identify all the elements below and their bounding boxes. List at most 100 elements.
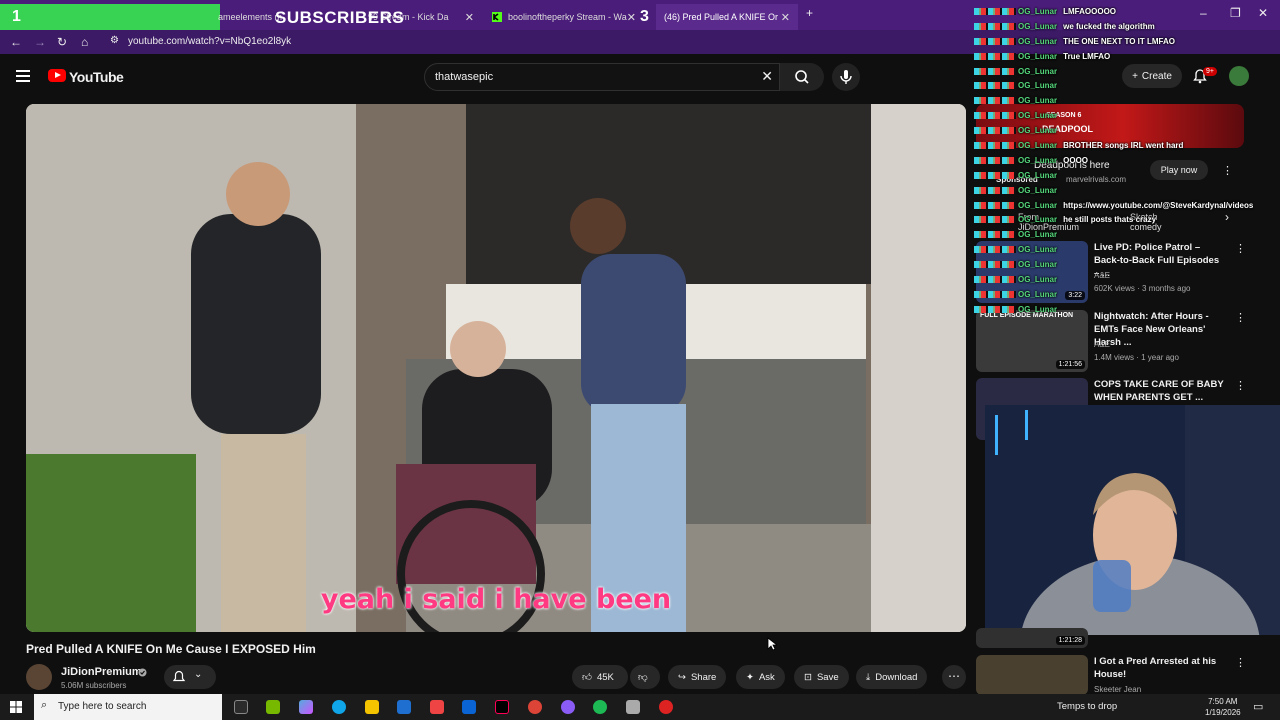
chat-text: LMFAOOOOO [1063,6,1117,16]
chat-message: OG_Lunar THE ONE NEXT TO IT LMFAO [974,34,1254,49]
more-icon[interactable]: ⋮ [1235,656,1246,669]
search-value: thatwasepic [435,71,494,83]
chrome-icon[interactable] [528,700,542,714]
rec-channel: A&E [1094,340,1111,349]
windows-start-icon[interactable] [10,701,22,713]
close-window-icon[interactable]: ✕ [1258,6,1268,20]
like-button[interactable]: 👍︎ 45K [572,665,628,689]
streamer-webcam [985,405,1280,635]
more-actions-button[interactable]: ⋯ [942,665,966,689]
close-icon[interactable]: ✕ [465,11,474,24]
home-icon[interactable]: ⌂ [81,35,88,49]
copilot-icon[interactable] [299,700,313,714]
file-explorer-icon[interactable] [365,700,379,714]
search-input[interactable]: thatwasepic ✕ [424,63,780,91]
chat-username: OG_Lunar [1018,140,1058,150]
taskbar-search-placeholder: Type here to search [58,701,147,712]
chat-message: OG_Lunar [974,272,1254,287]
recommendation-item[interactable]: I Got a Pred Arrested at his House! Skee… [976,655,1246,695]
chat-username: OG_Lunar [1018,6,1058,16]
browser-tab[interactable]: boolinoftheperky Stream - Wa ✕ [484,4,642,30]
video-player[interactable]: yeah i said i have been [26,104,966,632]
chat-badge-icon [974,186,1016,194]
chat-username: OG_Lunar [1018,155,1058,165]
ask-button[interactable]: ✦ Ask [736,665,785,689]
outlook-icon[interactable] [462,700,476,714]
voice-search-button[interactable] [832,63,860,91]
url-field[interactable]: youtube.com/watch?v=NbQ1eo2l8yk [128,36,291,47]
chat-username: OG_Lunar [1018,260,1058,270]
chat-message: OG_Lunar we fucked the algorithm [974,19,1254,34]
chat-badge-icon [974,37,1016,45]
more-icon[interactable]: ⋮ [1235,379,1246,392]
goal-label: SUBSCRIBERS [275,8,405,27]
chat-username: OG_Lunar [1018,21,1058,31]
chat-username: OG_Lunar [1018,245,1058,255]
reload-icon[interactable]: ↻ [57,35,67,49]
clock-date: 1/19/2026 [1205,708,1241,717]
subscription-bell-button[interactable]: ⌄ [164,665,216,689]
rec-title: I Got a Pred Arrested at his House! [1094,656,1217,680]
chat-message: OG_Lunar [974,64,1254,79]
spotify-icon[interactable] [593,700,607,714]
taskbar-search-input[interactable]: ⌕ Type here to search [34,694,222,720]
subscriber-goal-bar [0,4,220,30]
search-button[interactable] [780,63,824,91]
recommendation-item[interactable]: FULL EPISODE MARATHON 1:21:56 Nightwatch… [976,310,1246,372]
save-button[interactable]: ⊡ Save [794,665,849,689]
new-tab-icon[interactable]: + [806,6,813,20]
close-icon[interactable]: ✕ [781,11,790,24]
share-label: Share [690,671,717,683]
chat-badge-icon [974,127,1016,135]
chat-message: OG_Lunar [974,242,1254,257]
share-button[interactable]: ↪ Share [668,665,727,689]
back-icon[interactable]: ← [10,35,22,49]
weather-widget[interactable]: Temps to drop [1057,701,1117,712]
edge-icon[interactable] [332,700,346,714]
channel-name[interactable]: JiDionPremium [61,666,142,678]
recommendation-item[interactable]: 1:21:28 [976,628,1088,648]
chevron-down-icon: ⌄ [194,669,203,680]
screen: ameelements m 99 Stream - Kick Da ✕ booli… [0,0,1280,720]
notification-center-icon[interactable]: ▭ [1253,700,1263,713]
forward-icon[interactable]: → [34,35,46,49]
chat-text: THE ONE NEXT TO IT LMFAO [1063,36,1175,46]
app-icon[interactable] [626,700,640,714]
close-icon[interactable]: ✕ [627,11,636,24]
app-icon[interactable] [561,700,575,714]
windows-taskbar: ⌕ Type here to search Temps to drop 7:50… [0,694,1280,720]
app-icon[interactable] [430,700,444,714]
clear-icon[interactable]: ✕ [761,68,773,85]
chat-username: OG_Lunar [1018,274,1058,284]
nvidia-icon[interactable] [266,700,280,714]
chat-username: OG_Lunar [1018,126,1058,136]
tiktok-icon[interactable] [495,700,509,714]
site-info-icon[interactable]: ⚙ [110,35,119,46]
download-icon: ⤓ [866,671,871,683]
youtube-logo-icon[interactable] [48,69,66,82]
download-button[interactable]: ⤓ Download [856,665,928,689]
task-view-icon[interactable] [234,700,248,714]
save-label: Save [816,671,839,683]
chat-badge-icon [974,82,1016,90]
dislike-button[interactable]: 👎︎ [630,665,660,689]
chat-message: OG_Lunar [974,183,1254,198]
verified-icon [138,668,147,677]
youtube-logo-text[interactable]: YouTube [69,69,124,85]
app-icon[interactable] [659,700,673,714]
store-icon[interactable] [397,700,411,714]
duration-badge: 1:21:56 [1055,360,1085,369]
channel-avatar[interactable] [26,664,52,690]
taskbar-clock[interactable]: 7:50 AM 1/19/2026 [1205,696,1241,718]
chat-text: BROTHER songs IRL went hard [1063,140,1184,150]
chat-username: OG_Lunar [1018,170,1058,180]
clock-time: 7:50 AM [1208,697,1238,706]
browser-tab-active[interactable]: (46) Pred Pulled A KNIFE Or ✕ [656,4,798,30]
chat-username: OG_Lunar [1018,215,1058,225]
chat-message: OG_Lunar [974,287,1254,302]
chat-username: OG_Lunar [1018,96,1058,106]
chat-message: OG_Lunar [974,93,1254,108]
menu-icon[interactable] [16,70,30,82]
bookmark-icon: ⊡ [804,671,812,683]
chat-badge-icon [974,67,1016,75]
